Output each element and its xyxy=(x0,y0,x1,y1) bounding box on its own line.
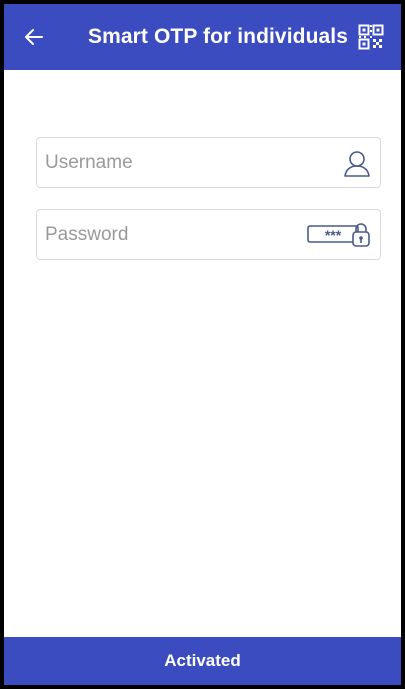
user-icon-wrapper xyxy=(342,138,372,187)
qr-code-icon xyxy=(358,24,384,50)
page-title: Smart OTP for individuals xyxy=(88,25,348,48)
username-field[interactable] xyxy=(36,137,381,188)
qr-code-button[interactable] xyxy=(358,24,384,50)
password-input[interactable] xyxy=(37,210,327,259)
back-button[interactable] xyxy=(20,23,48,51)
password-icon-wrapper: *** xyxy=(306,210,372,259)
app-bar: Smart OTP for individuals xyxy=(4,4,401,70)
user-icon xyxy=(344,150,370,177)
app-screen: Smart OTP for individuals Username *** A… xyxy=(4,4,401,685)
password-mask-text: *** xyxy=(325,227,342,243)
username-input[interactable] xyxy=(37,138,327,187)
arrow-left-icon xyxy=(25,29,43,45)
password-field[interactable]: *** xyxy=(36,209,381,260)
password-lock-icon: *** xyxy=(307,222,370,247)
activated-button[interactable]: Activated xyxy=(4,637,401,685)
